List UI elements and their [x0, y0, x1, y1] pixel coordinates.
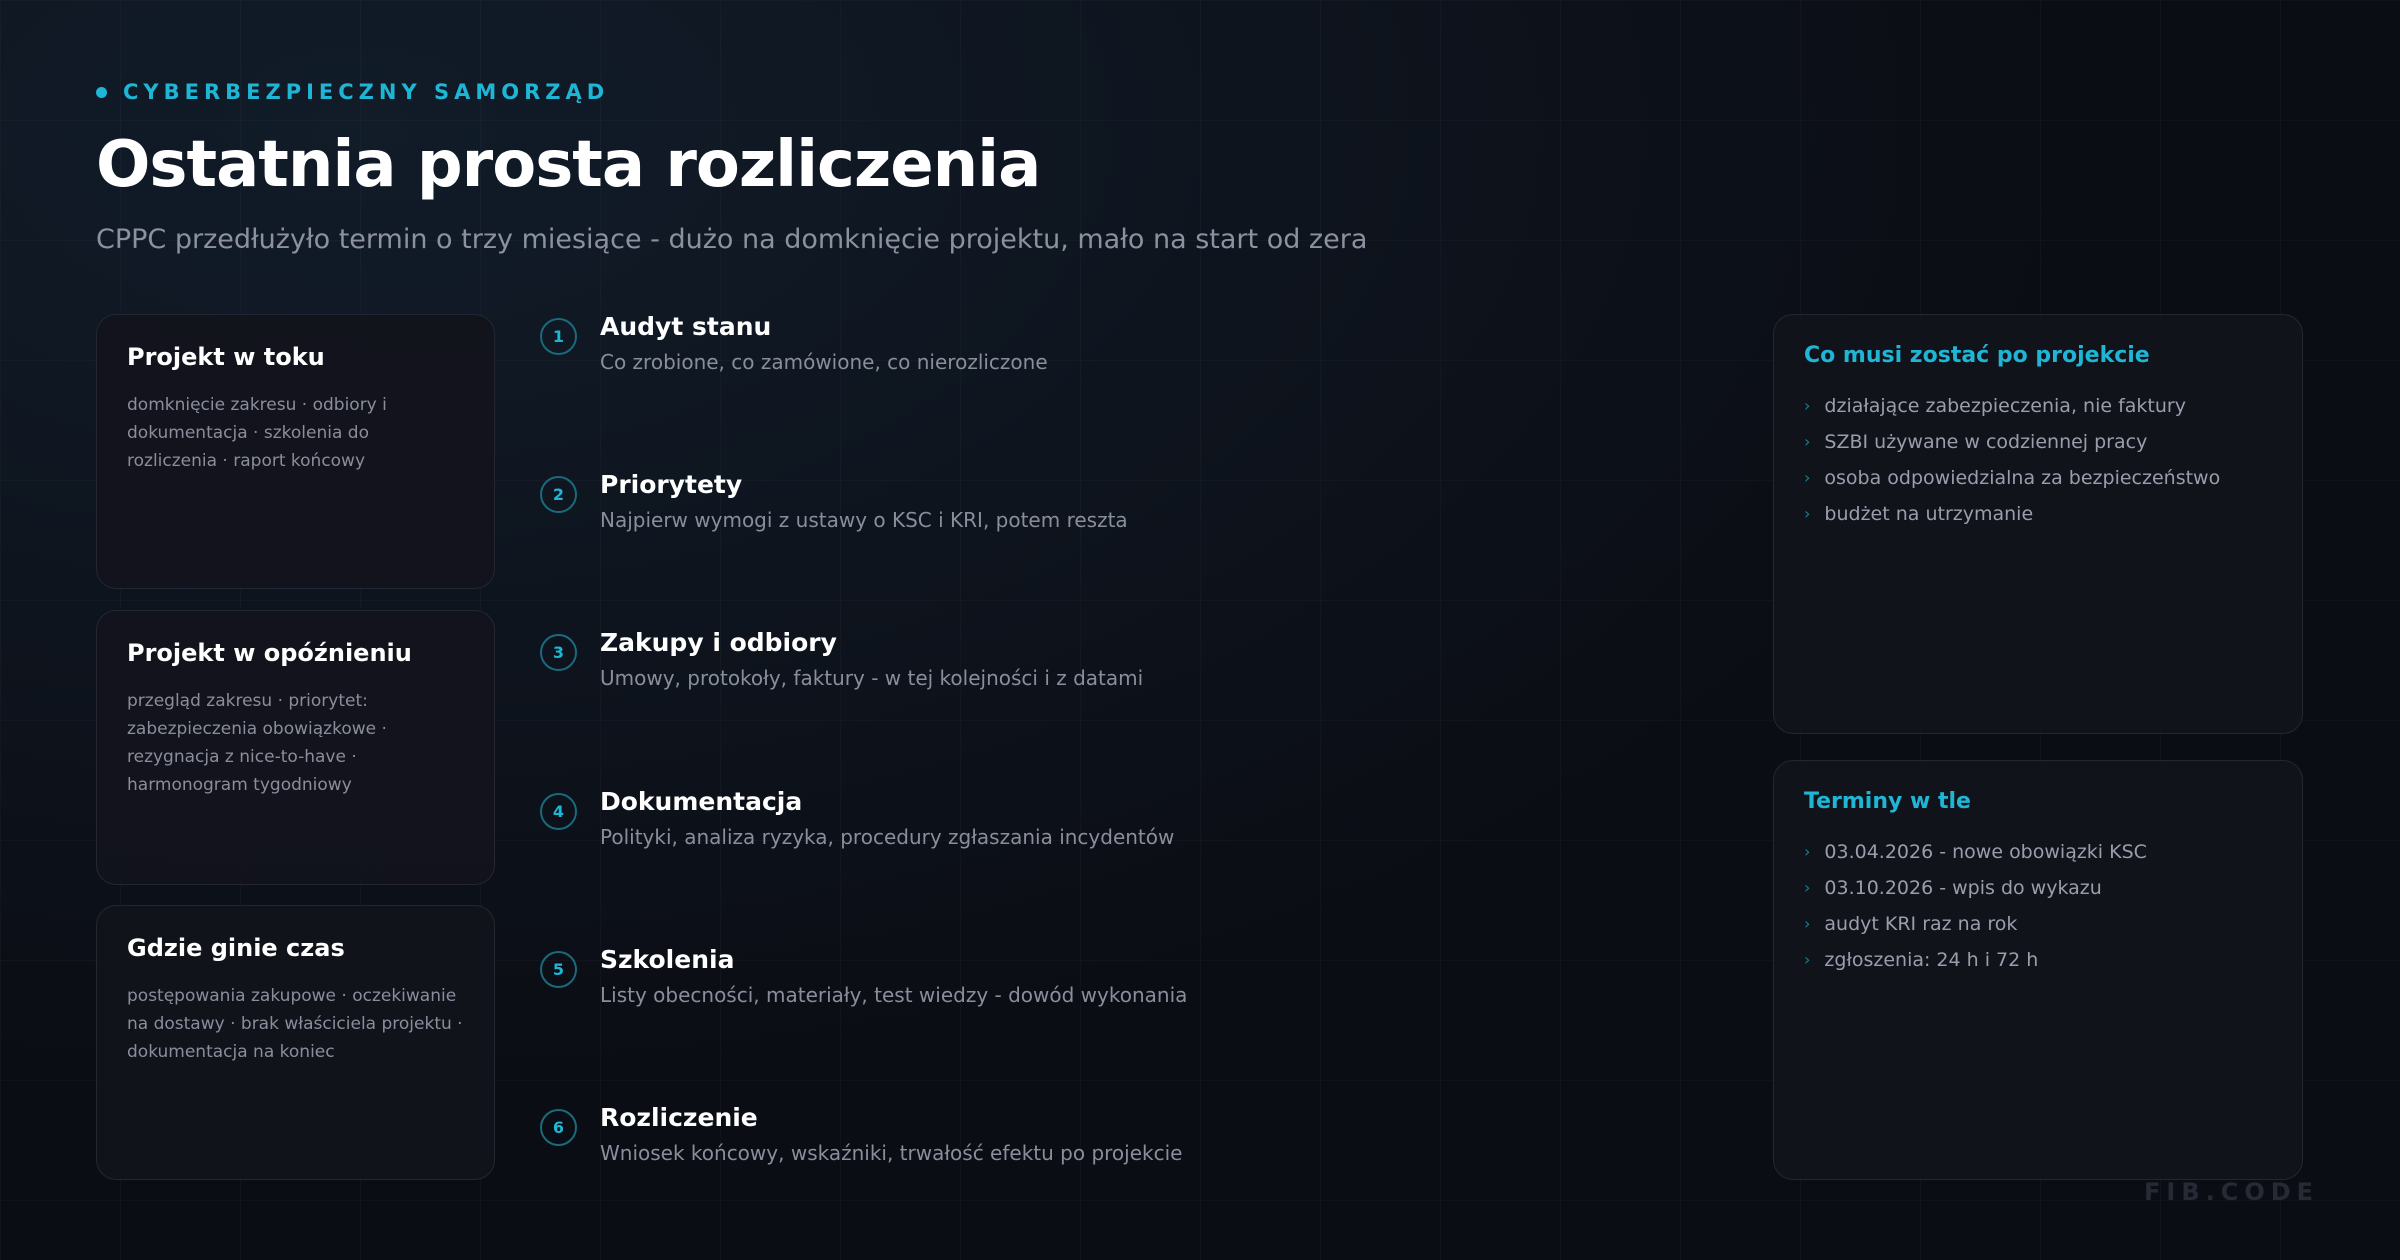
step-number-badge: 4	[540, 793, 577, 830]
list-item-label: działające zabezpieczenia, nie faktury	[1824, 395, 2186, 417]
page-title: Ostatnia prosta rozliczenia	[96, 128, 1041, 202]
chevron-right-icon: ›	[1804, 432, 1811, 451]
chevron-right-icon: ›	[1804, 504, 1811, 523]
step-title: Priorytety	[600, 470, 743, 499]
chevron-right-icon: ›	[1804, 914, 1811, 933]
step-description: Listy obecności, materiały, test wiedzy …	[600, 983, 1188, 1007]
list: › 03.04.2026 - nowe obowiązki KSC › 03.10.…	[1804, 834, 2272, 978]
list-item: › 03.04.2026 - nowe obowiązki KSC	[1804, 834, 2272, 870]
list: › działające zabezpieczenia, nie faktury …	[1804, 388, 2272, 532]
list-item-label: zgłoszenia: 24 h i 72 h	[1824, 949, 2039, 971]
page-subtitle: CPPC przedłużyło termin o trzy miesiące …	[96, 224, 1368, 255]
list-item-label: budżet na utrzymanie	[1824, 503, 2034, 525]
card-text: postępowania zakupowe · oczekiwanie na d…	[127, 986, 463, 1062]
chevron-right-icon: ›	[1804, 468, 1811, 487]
list-item-label: audyt KRI raz na rok	[1824, 913, 2018, 935]
step-title: Audyt stanu	[600, 312, 772, 341]
card-text: przegląd zakresu · priorytet: zabezpiecz…	[127, 691, 387, 795]
card-title: Projekt w toku	[127, 343, 325, 371]
step-description: Co zrobione, co zamówione, co nierozlicz…	[600, 350, 1048, 374]
card-terminy-w-tle: Terminy w tle › 03.04.2026 - nowe obowiąz…	[1773, 760, 2303, 1180]
step-title: Zakupy i odbiory	[600, 628, 837, 657]
step-title: Dokumentacja	[600, 787, 803, 816]
list-item-label: SZBI używane w codziennej pracy	[1824, 431, 2148, 453]
slide: CYBERBEZPIECZNY SAMORZĄD Ostatnia prosta…	[0, 0, 2400, 1260]
card-title: Co musi zostać po projekcie	[1804, 343, 2150, 368]
step-number-badge: 3	[540, 634, 577, 671]
card-co-musi-zostac: Co musi zostać po projekcie › działające …	[1773, 314, 2303, 734]
bullet-dot-icon	[96, 86, 107, 98]
list-item: › działające zabezpieczenia, nie faktury	[1804, 388, 2272, 424]
card-title: Gdzie ginie czas	[127, 934, 345, 962]
list-item: › osoba odpowiedzialna za bezpieczeństwo	[1804, 460, 2272, 496]
step-number-badge: 1	[540, 318, 577, 355]
card-text: domknięcie zakresu · odbiory i dokumenta…	[127, 395, 387, 471]
step-description: Polityki, analiza ryzyka, procedury zgła…	[600, 825, 1175, 849]
eyebrow-label: CYBERBEZPIECZNY SAMORZĄD	[123, 80, 610, 104]
card-projekt-w-toku: Projekt w toku domknięcie zakresu · odbi…	[96, 314, 495, 589]
card-gdzie-ginie-czas: Gdzie ginie czas postępowania zakupowe ·…	[96, 905, 495, 1180]
step-title: Rozliczenie	[600, 1103, 758, 1132]
step-number-badge: 5	[540, 951, 577, 988]
card-projekt-w-opoznieniu: Projekt w opóźnieniu przegląd zakresu · …	[96, 610, 495, 885]
list-item-label: osoba odpowiedzialna za bezpieczeństwo	[1824, 467, 2221, 489]
list-item: › audyt KRI raz na rok	[1804, 906, 2272, 942]
list-item: › zgłoszenia: 24 h i 72 h	[1804, 942, 2272, 978]
step-description: Wniosek końcowy, wskaźniki, trwałość efe…	[600, 1141, 1183, 1165]
eyebrow: CYBERBEZPIECZNY SAMORZĄD	[96, 80, 609, 104]
chevron-right-icon: ›	[1804, 842, 1811, 861]
list-item: › 03.10.2026 - wpis do wykazu	[1804, 870, 2272, 906]
list-item-label: 03.04.2026 - nowe obowiązki KSC	[1824, 841, 2147, 863]
step-number-badge: 6	[540, 1109, 577, 1146]
step-description: Najpierw wymogi z ustawy o KSC i KRI, po…	[600, 508, 1128, 532]
card-title: Projekt w opóźnieniu	[127, 639, 412, 667]
step-title: Szkolenia	[600, 945, 735, 974]
list-item: › budżet na utrzymanie	[1804, 496, 2272, 532]
list-item: › SZBI używane w codziennej pracy	[1804, 424, 2272, 460]
chevron-right-icon: ›	[1804, 950, 1811, 969]
chevron-right-icon: ›	[1804, 396, 1811, 415]
card-title: Terminy w tle	[1804, 789, 1971, 814]
step-description: Umowy, protokoły, faktury - w tej kolejn…	[600, 666, 1144, 690]
step-number-badge: 2	[540, 476, 577, 513]
list-item-label: 03.10.2026 - wpis do wykazu	[1824, 877, 2102, 899]
brand-logo: FIB.CODE	[2144, 1178, 2320, 1206]
chevron-right-icon: ›	[1804, 878, 1811, 897]
